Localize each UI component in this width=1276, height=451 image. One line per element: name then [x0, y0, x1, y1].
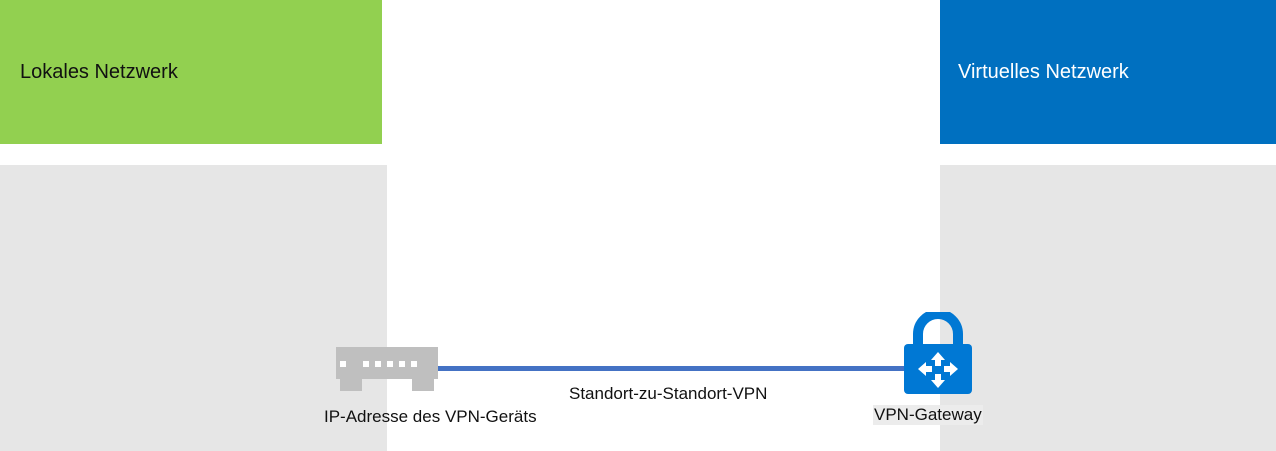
network-diagram: Lokales Netzwerk Virtuelles Netzwerk Sta…: [0, 0, 1276, 451]
vpn-device-icon: [336, 347, 438, 391]
local-network-header: Lokales Netzwerk: [0, 0, 382, 144]
connection-label: Standort-zu-Standort-VPN: [569, 384, 768, 403]
virtual-network-panel: [940, 165, 1276, 451]
virtual-network-title: Virtuelles Netzwerk: [958, 60, 1129, 83]
site-to-site-vpn-connection: [436, 366, 906, 371]
local-network-title: Lokales Netzwerk: [20, 60, 178, 83]
vpn-gateway-lock-icon: [904, 312, 972, 394]
vpn-device-label: IP-Adresse des VPN-Geräts: [324, 407, 537, 426]
virtual-network-header: Virtuelles Netzwerk: [940, 0, 1276, 144]
vpn-gateway-label: VPN-Gateway: [873, 405, 983, 425]
